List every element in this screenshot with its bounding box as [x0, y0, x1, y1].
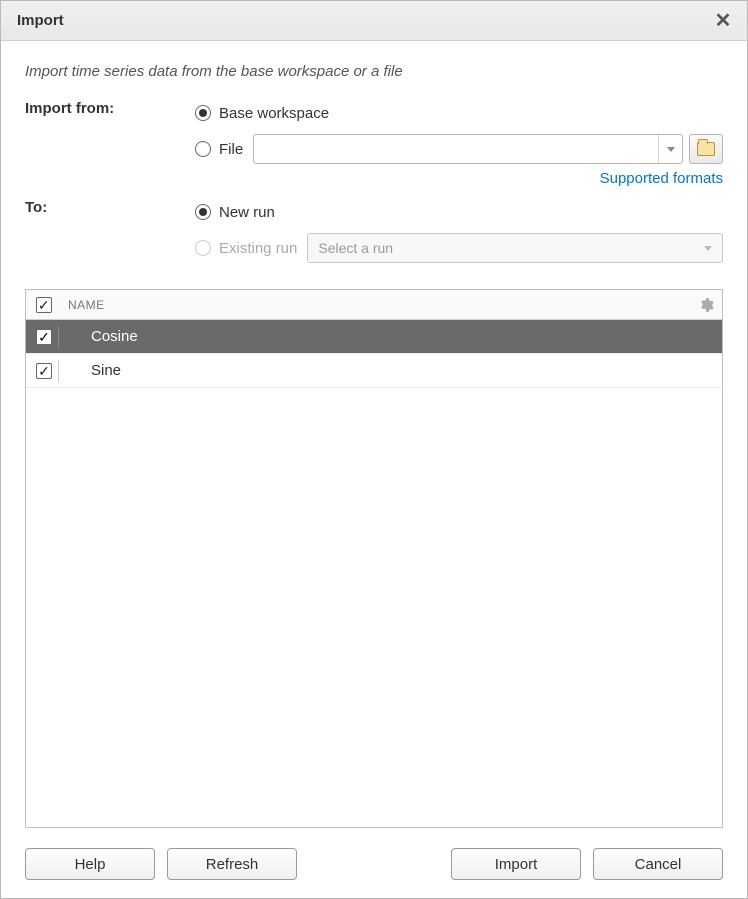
dialog-title: Import — [17, 12, 711, 29]
signals-table: ✓ NAME ✓ Cosine ✓ Sine — [25, 289, 723, 828]
button-spacer — [309, 848, 439, 880]
help-button[interactable]: Help — [25, 848, 155, 880]
gear-icon[interactable] — [698, 297, 714, 313]
radio-label-new-run: New run — [219, 204, 275, 221]
folder-icon — [697, 142, 715, 156]
file-input-group — [253, 134, 723, 164]
chevron-down-icon — [704, 246, 712, 251]
to-row: To: New run Existing run Select a run — [25, 197, 723, 269]
supported-formats-row: Supported formats — [195, 170, 723, 187]
close-icon[interactable]: ✕ — [711, 9, 735, 33]
radio-label-file: File — [219, 141, 243, 158]
table-header: ✓ NAME — [26, 290, 722, 320]
radio-label-base-workspace: Base workspace — [219, 105, 329, 122]
import-from-label: Import from: — [25, 98, 195, 117]
table-row[interactable]: ✓ Cosine — [26, 320, 722, 354]
dialog-subtitle: Import time series data from the base wo… — [25, 63, 723, 80]
browse-button[interactable] — [689, 134, 723, 164]
name-column-header[interactable]: NAME — [54, 298, 698, 312]
refresh-button[interactable]: Refresh — [167, 848, 297, 880]
radio-file[interactable]: File — [195, 134, 723, 164]
header-checkbox-cell: ✓ — [34, 297, 54, 313]
radio-dot-file[interactable] — [195, 141, 211, 157]
import-button[interactable]: Import — [451, 848, 581, 880]
file-history-dropdown[interactable] — [658, 135, 682, 163]
import-from-row: Import from: Base workspace File — [25, 98, 723, 187]
radio-existing-run: Existing run Select a run — [195, 233, 723, 263]
import-from-controls: Base workspace File — [195, 98, 723, 187]
radio-label-existing-run: Existing run — [219, 240, 297, 257]
file-path-field[interactable] — [253, 134, 683, 164]
radio-base-workspace[interactable]: Base workspace — [195, 98, 723, 128]
to-controls: New run Existing run Select a run — [195, 197, 723, 269]
table-row[interactable]: ✓ Sine — [26, 354, 722, 388]
radio-dot-base-workspace[interactable] — [195, 105, 211, 121]
dialog-content: Import time series data from the base wo… — [1, 41, 747, 898]
radio-new-run[interactable]: New run — [195, 197, 723, 227]
cancel-button[interactable]: Cancel — [593, 848, 723, 880]
existing-run-select: Select a run — [307, 233, 723, 263]
to-label: To: — [25, 197, 195, 216]
chevron-down-icon — [667, 147, 675, 152]
row-divider — [58, 326, 59, 348]
row-checkbox[interactable]: ✓ — [36, 363, 52, 379]
table-body: ✓ Cosine ✓ Sine — [26, 320, 722, 827]
row-name: Sine — [73, 362, 714, 379]
supported-formats-link[interactable]: Supported formats — [600, 170, 723, 187]
titlebar: Import ✕ — [1, 1, 747, 41]
row-checkbox-cell: ✓ — [34, 329, 54, 345]
row-checkbox-cell: ✓ — [34, 363, 54, 379]
radio-dot-existing-run — [195, 240, 211, 256]
file-path-input[interactable] — [254, 141, 658, 157]
row-checkbox[interactable]: ✓ — [36, 329, 52, 345]
button-bar: Help Refresh Import Cancel — [25, 848, 723, 880]
select-all-checkbox[interactable]: ✓ — [36, 297, 52, 313]
radio-dot-new-run[interactable] — [195, 204, 211, 220]
row-name: Cosine — [73, 328, 714, 345]
existing-run-placeholder: Select a run — [318, 240, 393, 256]
row-divider — [58, 360, 59, 382]
